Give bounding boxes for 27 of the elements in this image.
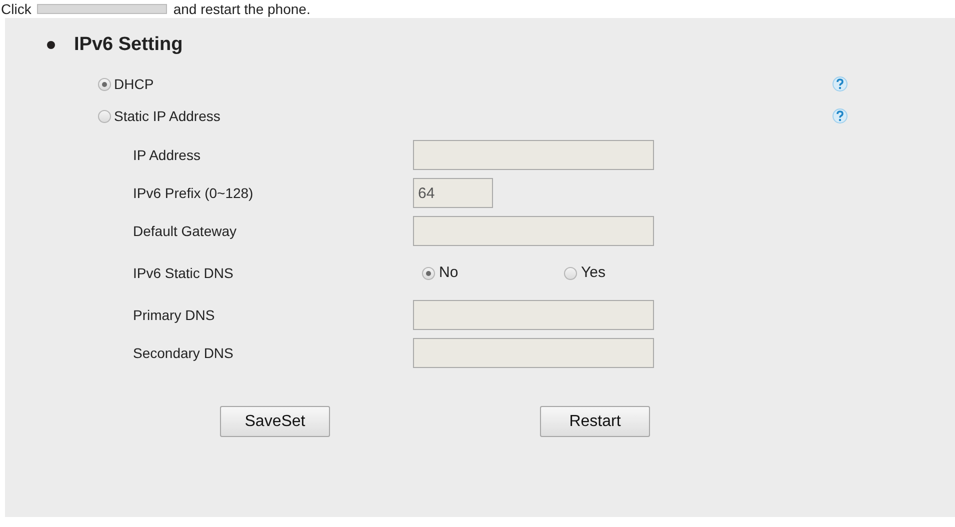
radio-button[interactable] <box>422 266 435 280</box>
radio-label: Yes <box>581 262 606 283</box>
input-field[interactable] <box>413 140 654 170</box>
radio-label: DHCP <box>114 74 154 94</box>
radio-button[interactable] <box>98 110 111 122</box>
field-label: IPv6 Prefix (0~128) <box>133 184 254 203</box>
field-label: Default Gateway <box>133 222 238 241</box>
section-title: IPv6 Setting <box>74 32 183 57</box>
bullet-icon <box>47 41 55 49</box>
field-label: Secondary DNS <box>133 344 234 363</box>
instruction-text: and restart the phone. <box>173 1 310 17</box>
radio-label: No <box>439 262 458 283</box>
help-icon[interactable] <box>832 108 848 124</box>
field-label: Primary DNS <box>133 306 216 325</box>
field-label: IPv6 Static DNS <box>133 264 234 282</box>
input-field[interactable] <box>413 216 654 246</box>
input-field[interactable] <box>413 300 654 330</box>
input-field[interactable]: 64 <box>413 178 493 208</box>
action-button[interactable]: Restart <box>540 406 650 437</box>
help-icon[interactable] <box>832 76 848 92</box>
radio-button[interactable] <box>564 266 577 280</box>
instruction-text: Click <box>1 1 32 17</box>
input-field[interactable] <box>413 338 654 368</box>
field-label: IP Address <box>133 146 202 164</box>
action-button[interactable]: SaveSet <box>220 406 330 437</box>
radio-label: Static IP Address <box>114 106 220 126</box>
radio-button[interactable] <box>98 78 111 90</box>
